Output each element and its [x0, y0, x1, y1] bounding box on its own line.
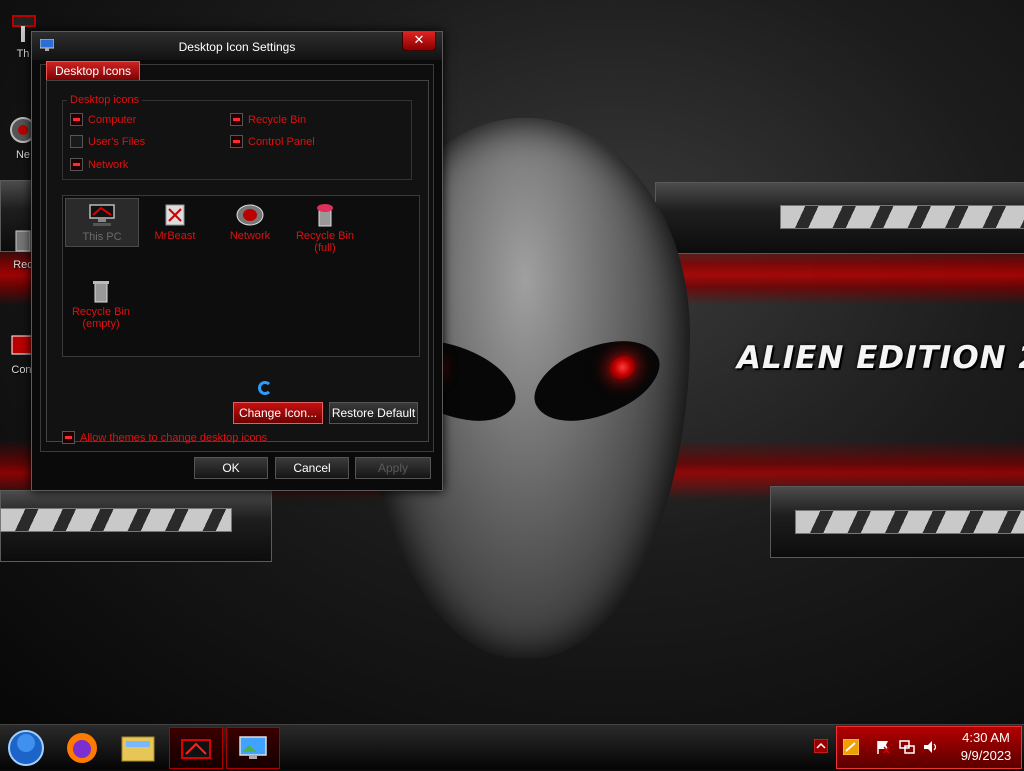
- icon-item-label: Recycle Bin (empty): [71, 306, 131, 330]
- alienware-app-icon: [181, 739, 211, 759]
- recycle-bin-empty-icon: [93, 281, 109, 303]
- taskbar-file-explorer[interactable]: [112, 727, 164, 767]
- icon-item-recycle-bin-full[interactable]: Recycle Bin (full): [289, 198, 361, 254]
- checkbox-control-panel[interactable]: Control Panel: [230, 135, 315, 148]
- taskbar-firefox[interactable]: [56, 727, 108, 767]
- tab-panel: Desktop icons Computer Recycle Bin User'…: [46, 80, 429, 444]
- display-settings-icon: [239, 736, 267, 759]
- alien-eye-right: [523, 319, 671, 443]
- volume-icon[interactable]: [923, 739, 939, 755]
- checkbox-box[interactable]: [230, 135, 243, 148]
- clock-date[interactable]: 9/9/2023: [954, 748, 1018, 763]
- desktop-icon-settings-dialog: Desktop Icon Settings ✕ Desktop Icons De…: [31, 31, 443, 491]
- icon-item-label: Recycle Bin (full): [295, 230, 355, 254]
- system-tray: 4:30 AM 9/9/2023: [836, 726, 1022, 769]
- clock-time[interactable]: 4:30 AM: [954, 730, 1018, 745]
- network-globe-icon: [236, 204, 264, 226]
- checkbox-box[interactable]: [70, 135, 83, 148]
- show-hidden-icons-icon[interactable]: [814, 739, 828, 753]
- ok-button[interactable]: OK: [194, 457, 268, 479]
- checkbox-label: Recycle Bin: [248, 113, 307, 126]
- tray-app-icon[interactable]: [843, 739, 859, 755]
- icon-item-network[interactable]: Network: [214, 198, 286, 242]
- icon-item-label: Network: [229, 230, 271, 242]
- restore-default-button[interactable]: Restore Default: [329, 402, 418, 424]
- checkbox-computer[interactable]: Computer: [70, 113, 136, 126]
- icon-list: This PC MrBeast Network Recycle Bin (ful…: [62, 195, 420, 357]
- change-icon-button[interactable]: Change Icon...: [233, 402, 323, 424]
- checkbox-users-files[interactable]: User's Files: [70, 135, 145, 148]
- checkbox-label: Computer: [88, 113, 137, 126]
- start-orb-icon: [8, 730, 44, 766]
- icon-item-label: This PC: [82, 231, 122, 243]
- desktop-icons-group: Desktop icons Computer Recycle Bin User'…: [62, 94, 412, 180]
- file-explorer-icon: [121, 736, 155, 762]
- checkbox-box[interactable]: [70, 113, 83, 126]
- user-folder-icon: [165, 204, 185, 226]
- wallpaper-stripes-left-bottom: [0, 508, 232, 532]
- action-center-flag-icon[interactable]: [875, 739, 891, 755]
- checkbox-network[interactable]: Network: [70, 158, 128, 171]
- close-icon: ✕: [413, 32, 425, 47]
- wallpaper-stripes-right-top: [780, 205, 1024, 229]
- start-button[interactable]: [2, 727, 54, 767]
- checkbox-label: Allow themes to change desktop icons: [80, 431, 268, 444]
- icon-item-recycle-bin-empty[interactable]: Recycle Bin (empty): [65, 274, 137, 330]
- taskbar-alienware-app[interactable]: [169, 727, 223, 769]
- firefox-icon: [67, 733, 97, 763]
- close-button[interactable]: ✕: [402, 32, 436, 51]
- taskbar: 4:30 AM 9/9/2023: [0, 724, 1024, 769]
- recycle-bin-full-icon: [317, 204, 333, 227]
- checkbox-label: User's Files: [88, 135, 146, 148]
- icon-item-mrbeast[interactable]: MrBeast: [139, 198, 211, 242]
- checkbox-box[interactable]: [230, 113, 243, 126]
- dialog-body: Desktop Icons Desktop icons Computer Rec…: [40, 61, 434, 452]
- wallpaper-title: ALIEN EDITION 201: [737, 340, 1024, 376]
- checkbox-box[interactable]: [62, 431, 75, 444]
- icon-item-label: MrBeast: [154, 230, 196, 242]
- checkbox-box[interactable]: [70, 158, 83, 171]
- checkbox-label: Control Panel: [248, 135, 315, 148]
- checkbox-allow-themes[interactable]: Allow themes to change desktop icons: [62, 431, 267, 444]
- busy-cursor-icon: [258, 381, 272, 395]
- dialog-title: Desktop Icon Settings: [178, 40, 296, 54]
- taskbar-display-settings[interactable]: [226, 727, 280, 769]
- dialog-titlebar[interactable]: Desktop Icon Settings ✕: [32, 32, 442, 60]
- cancel-button[interactable]: Cancel: [275, 457, 349, 479]
- checkbox-recycle-bin[interactable]: Recycle Bin: [230, 113, 306, 126]
- icon-item-this-pc[interactable]: This PC: [65, 198, 139, 247]
- monitor-icon: [89, 204, 115, 226]
- checkbox-label: Network: [88, 158, 129, 171]
- group-label: Desktop icons: [67, 94, 143, 106]
- tab-desktop-icons[interactable]: Desktop Icons: [46, 61, 141, 81]
- wallpaper-stripes-right-bottom: [795, 510, 1024, 534]
- apply-button[interactable]: Apply: [355, 457, 431, 479]
- network-status-icon[interactable]: [899, 739, 915, 755]
